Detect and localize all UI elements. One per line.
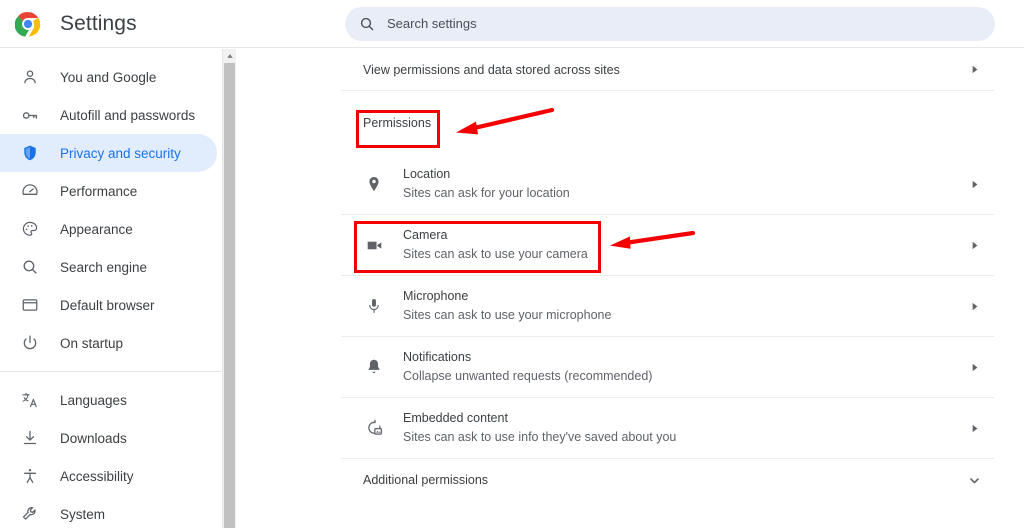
sidebar-item-label: Default browser [60, 297, 155, 313]
chevron-down-icon [966, 472, 982, 488]
sidebar-item-you-and-google[interactable]: You and Google [0, 58, 217, 96]
sidebar-item-on-startup[interactable]: On startup [0, 324, 217, 362]
row-label: Additional permissions [363, 473, 489, 487]
sidebar-group-1: You and Google Autofill and passwords Pr… [0, 58, 222, 362]
shield-icon [20, 143, 40, 163]
row-camera[interactable]: Camera Sites can ask to use your camera [341, 215, 994, 276]
sidebar-item-accessibility[interactable]: Accessibility [0, 457, 217, 495]
row-title: Embedded content [403, 411, 508, 425]
sidebar-item-label: Autofill and passwords [60, 107, 196, 123]
translate-icon [20, 390, 40, 410]
sidebar-item-autofill-and-passwords[interactable]: Autofill and passwords [0, 96, 217, 134]
microphone-icon [363, 295, 385, 317]
row-title: Notifications [403, 350, 472, 364]
search-input[interactable]: Search settings [387, 7, 477, 41]
page-title: Settings [60, 12, 137, 35]
row-title: Camera [403, 228, 448, 242]
accessibility-icon [20, 466, 40, 486]
power-icon [20, 333, 40, 353]
row-embedded-content[interactable]: Embedded content Sites can ask to use in… [341, 398, 994, 459]
camera-icon [363, 234, 385, 256]
scroll-up-arrow-icon[interactable] [223, 49, 236, 62]
sidebar-item-label: Performance [60, 183, 138, 199]
speedometer-icon [20, 181, 40, 201]
row-text: Embedded content Sites can ask to use in… [403, 410, 966, 446]
sidebar-group-2: Languages Downloads Accessibility System [0, 381, 222, 528]
scrollbar-thumb[interactable] [224, 63, 235, 528]
row-text: Notifications Collapse unwanted requests… [403, 349, 966, 385]
sidebar-item-label: Search engine [60, 259, 148, 275]
top-bar: Settings Search settings [0, 0, 1024, 48]
row-text: Location Sites can ask for your location [403, 166, 966, 202]
sidebar-item-label: Accessibility [60, 468, 134, 484]
sidebar-item-downloads[interactable]: Downloads [0, 419, 217, 457]
row-text: Camera Sites can ask to use your camera [403, 227, 966, 263]
row-subtitle: Collapse unwanted requests (recommended) [403, 369, 653, 383]
row-additional-permissions[interactable]: Additional permissions [341, 459, 994, 501]
chrome-logo-icon [14, 11, 41, 37]
wrench-icon [20, 504, 40, 524]
chevron-right-icon [966, 359, 982, 375]
permissions-card: View permissions and data stored across … [341, 49, 994, 501]
row-text: View permissions and data stored across … [363, 63, 966, 77]
search-icon [359, 16, 375, 32]
chevron-right-icon [966, 298, 982, 314]
row-subtitle: Sites can ask to use info they've saved … [403, 430, 677, 444]
row-view-permissions-and-data[interactable]: View permissions and data stored across … [341, 49, 994, 91]
location-pin-icon [363, 173, 385, 195]
settings-window: Settings Search settings You and Google … [0, 0, 1024, 528]
sidebar-item-appearance[interactable]: Appearance [0, 210, 217, 248]
palette-icon [20, 219, 40, 239]
download-icon [20, 428, 40, 448]
sidebar-item-label: You and Google [60, 69, 157, 85]
main-content: View permissions and data stored across … [237, 49, 1024, 528]
sidebar-item-search-engine[interactable]: Search engine [0, 248, 217, 286]
sidebar-item-performance[interactable]: Performance [0, 172, 217, 210]
sidebar-top-spacer [0, 49, 222, 58]
section-heading-label: Permissions [363, 115, 432, 130]
row-subtitle: Sites can ask to use your camera [403, 247, 588, 261]
row-location[interactable]: Location Sites can ask for your location [341, 154, 994, 215]
row-text: Additional permissions [363, 473, 966, 487]
person-icon [20, 67, 40, 87]
sidebar-group-spacer-bottom [0, 372, 222, 381]
sidebar-item-languages[interactable]: Languages [0, 381, 217, 419]
embedded-content-icon [363, 417, 385, 439]
sidebar-item-system[interactable]: System [0, 495, 217, 528]
sidebar-item-label: Privacy and security [60, 145, 181, 161]
browser-window-icon [20, 295, 40, 315]
sidebar-group-spacer-top [0, 362, 222, 371]
row-subtitle: Sites can ask to use your microphone [403, 308, 612, 322]
sidebar-item-default-browser[interactable]: Default browser [0, 286, 217, 324]
bell-icon [363, 356, 385, 378]
sidebar-item-label: Languages [60, 392, 127, 408]
sidebar-item-label: Appearance [60, 221, 133, 237]
row-title: Location [403, 167, 451, 181]
sidebar-item-privacy-and-security[interactable]: Privacy and security [0, 134, 217, 172]
key-icon [20, 105, 40, 125]
sidebar-item-label: System [60, 506, 106, 522]
permissions-section-heading: Permissions [341, 91, 994, 154]
chevron-right-icon [966, 62, 982, 78]
chevron-right-icon [966, 176, 982, 192]
row-label: View permissions and data stored across … [363, 62, 620, 77]
row-subtitle: Sites can ask for your location [403, 186, 570, 200]
search-settings-box[interactable]: Search settings [345, 7, 995, 41]
sidebar: You and Google Autofill and passwords Pr… [0, 49, 222, 528]
row-text: Microphone Sites can ask to use your mic… [403, 288, 966, 324]
magnifier-icon [20, 257, 40, 277]
sidebar-scrollbar[interactable] [222, 49, 236, 528]
chevron-right-icon [966, 237, 982, 253]
row-microphone[interactable]: Microphone Sites can ask to use your mic… [341, 276, 994, 337]
sidebar-item-label: Downloads [60, 430, 127, 446]
sidebar-item-label: On startup [60, 335, 124, 351]
row-notifications[interactable]: Notifications Collapse unwanted requests… [341, 337, 994, 398]
row-title: Microphone [403, 289, 469, 303]
chevron-right-icon [966, 420, 982, 436]
